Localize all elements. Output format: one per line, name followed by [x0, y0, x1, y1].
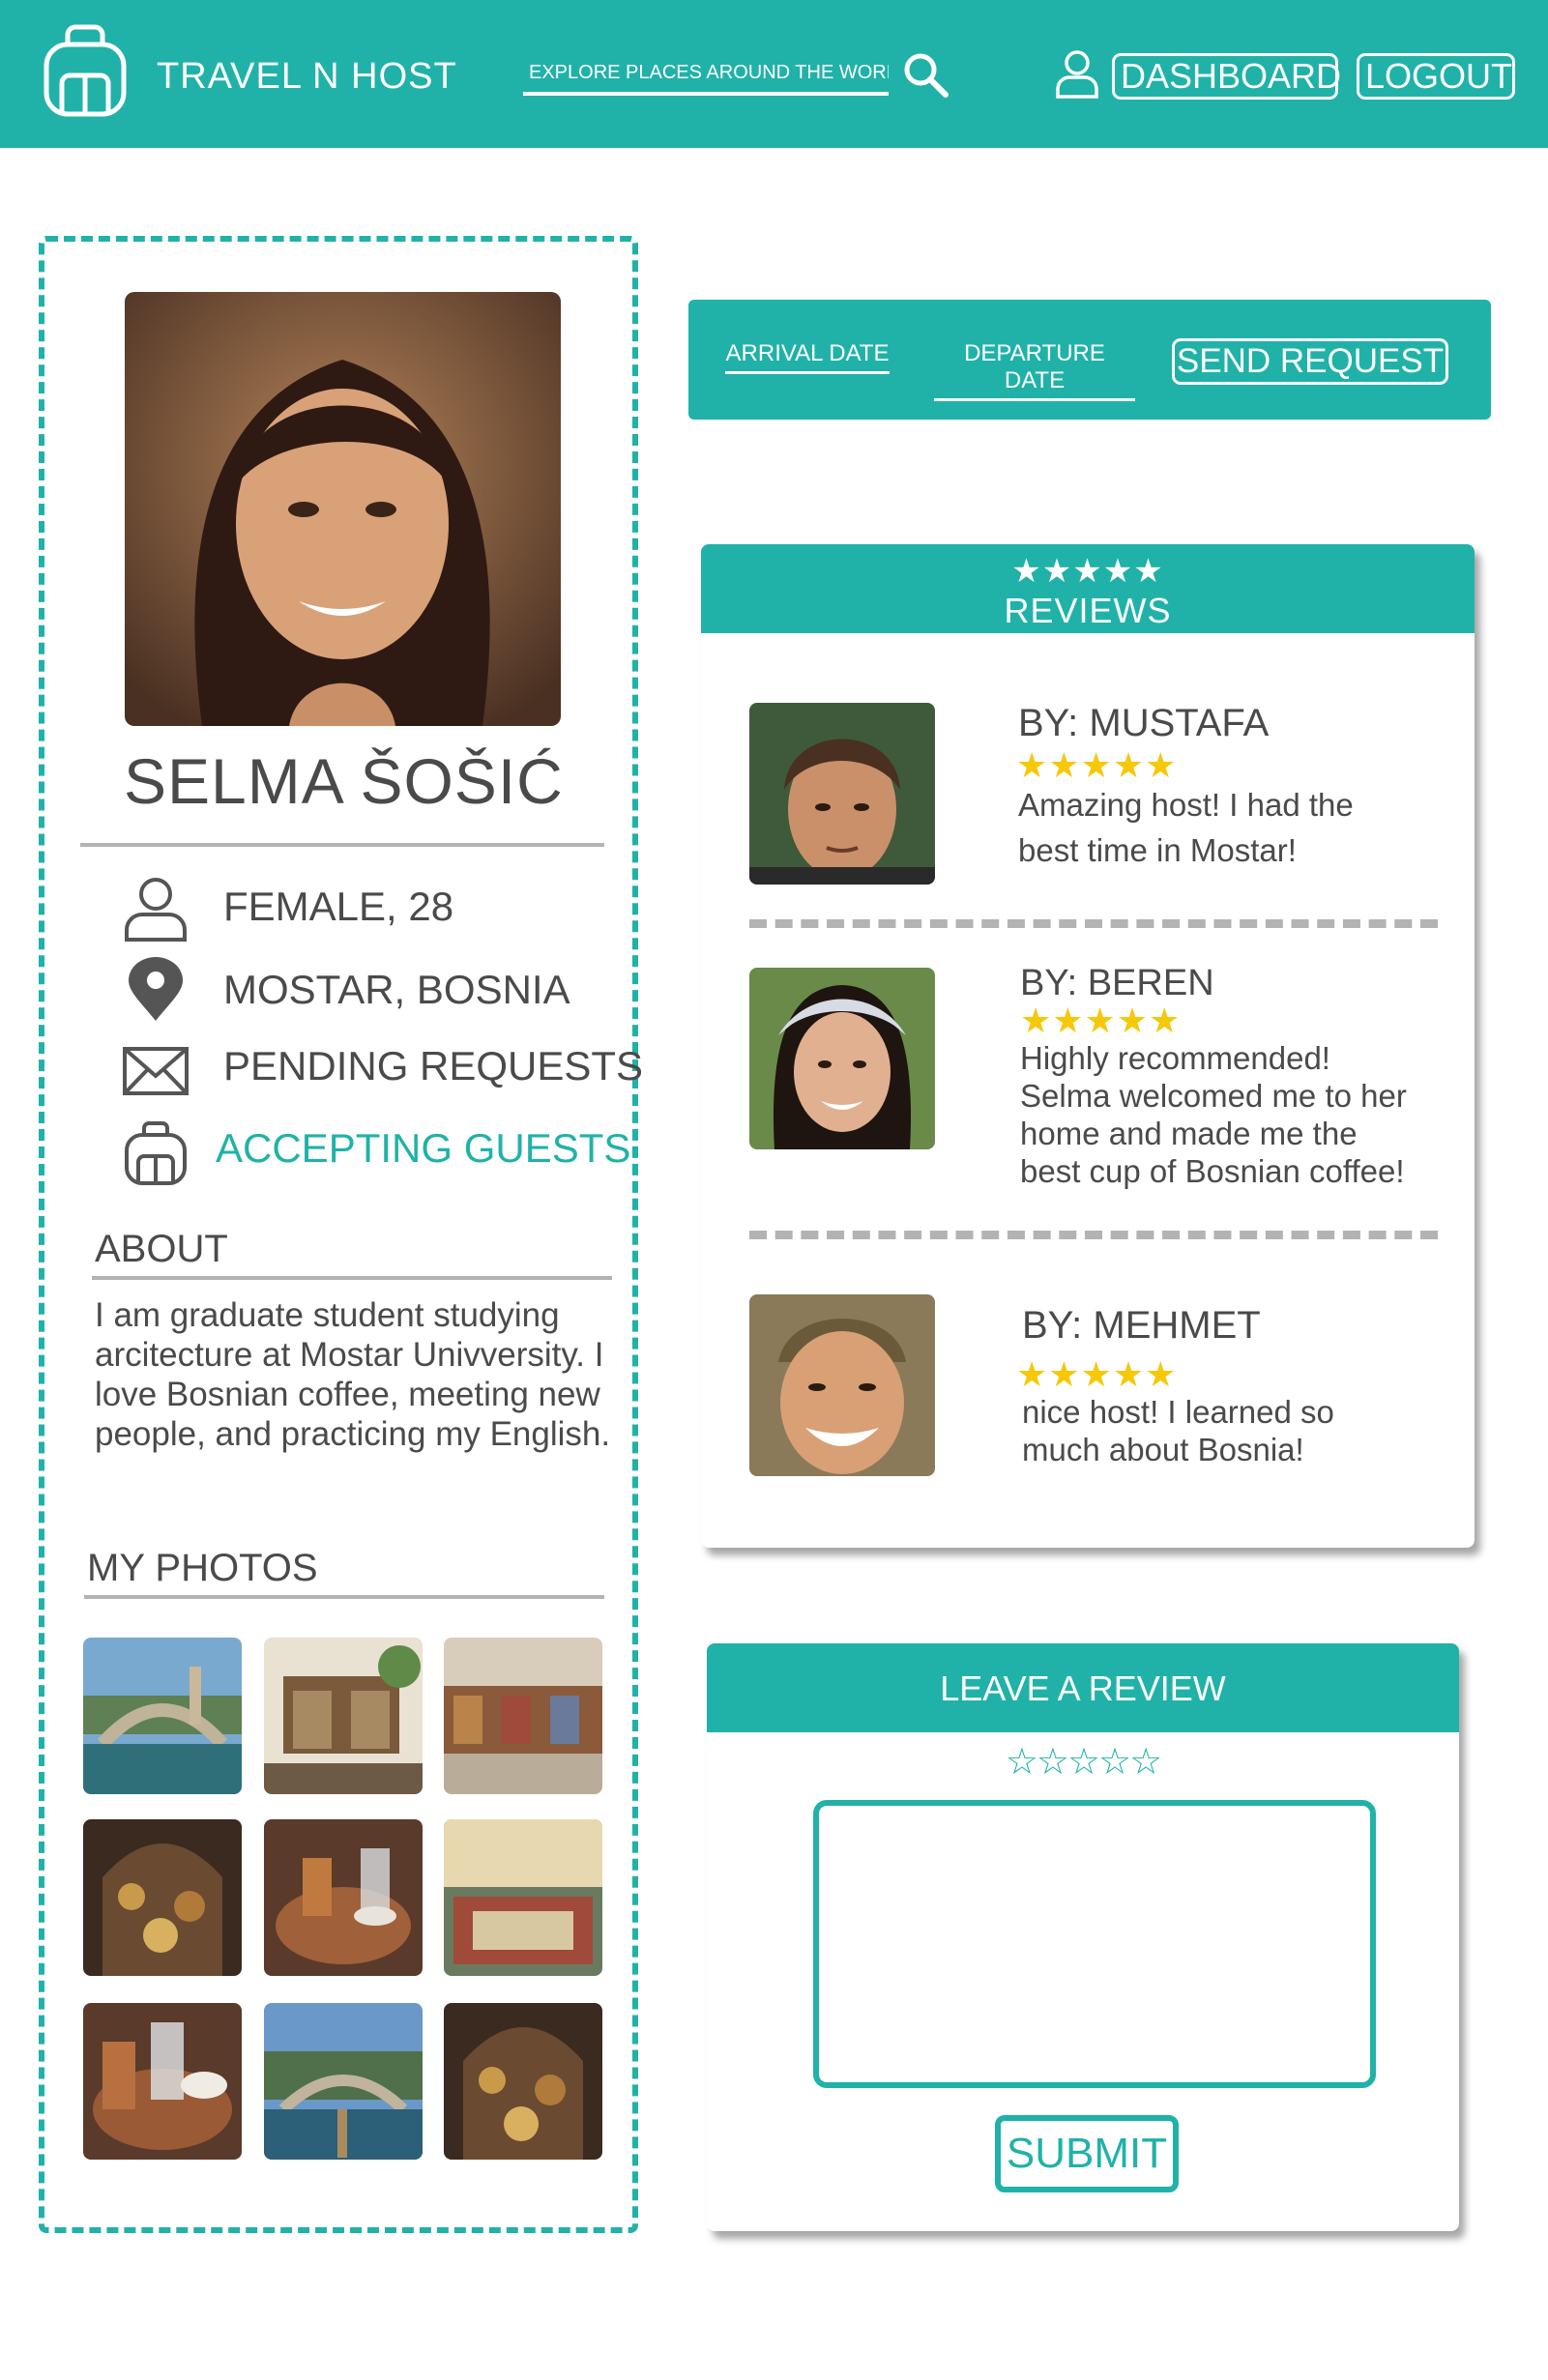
review-text: nice host! I learned so much about Bosni…	[1022, 1394, 1334, 1467]
gallery-photo[interactable]	[264, 2003, 423, 2160]
departure-date-field[interactable]: DEPARTURE DATE	[934, 340, 1135, 401]
arrival-date-field[interactable]: ARRIVAL DATE	[725, 340, 890, 374]
backpack-icon	[125, 1121, 187, 1185]
gallery-photo[interactable]	[264, 1638, 423, 1794]
gallery-photo[interactable]	[264, 1819, 423, 1976]
review-rating-stars: ★★★★★	[1016, 745, 1178, 785]
backpack-logo-icon[interactable]	[41, 21, 130, 118]
person-icon	[125, 878, 187, 942]
reviewer-avatar[interactable]	[749, 968, 935, 1149]
user-icon[interactable]	[1054, 48, 1100, 99]
rating-input-stars[interactable]: ☆☆☆☆☆	[707, 1740, 1459, 1784]
gallery-photo[interactable]	[444, 1638, 602, 1794]
search-bar	[523, 53, 889, 96]
reviewer-avatar[interactable]	[749, 1294, 935, 1476]
review-divider	[749, 1231, 1438, 1239]
dashboard-button[interactable]: DASHBOARD	[1112, 53, 1341, 100]
leave-review-card: LEAVE A REVIEW ☆☆☆☆☆ SUBMIT	[707, 1643, 1459, 2231]
top-nav-bar: TRAVEL N HOST DASHBOARD LOGOUT	[0, 0, 1548, 148]
envelope-icon	[123, 1047, 189, 1095]
location-pin-icon	[129, 957, 183, 1021]
about-text: I am graduate student studying arcitectu…	[95, 1296, 611, 1453]
pending-requests-text[interactable]: PENDING REQUESTS	[223, 1043, 643, 1089]
review-rating-stars: ★★★★★	[1016, 1354, 1178, 1394]
review-rating-stars: ★★★★★	[1020, 1001, 1182, 1040]
review-divider	[749, 919, 1438, 928]
gallery-photo[interactable]	[444, 2003, 602, 2160]
review-text: Highly recommended! Selma welcomed me to…	[1020, 1040, 1407, 1189]
reviews-card: ★★★★★ REVIEWS BY: MUSTAFA ★★★★★ Amazing …	[701, 544, 1475, 1548]
name-divider	[80, 843, 604, 847]
search-icon[interactable]	[901, 50, 951, 101]
photos-title: MY PHOTOS	[87, 1547, 318, 1589]
review-text-input[interactable]	[813, 1800, 1376, 2088]
reviewer-name: BY: BEREN	[1020, 963, 1214, 1003]
booking-request-bar: ARRIVAL DATE DEPARTURE DATE SEND REQUEST	[688, 300, 1491, 420]
reviews-title: REVIEWS	[1004, 591, 1172, 630]
leave-review-title: LEAVE A REVIEW	[940, 1669, 1226, 1708]
accepting-guests-status: ACCEPTING GUESTS	[216, 1125, 631, 1171]
reviewer-avatar[interactable]	[749, 703, 935, 885]
location-text: MOSTAR, BOSNIA	[223, 967, 570, 1012]
reviewer-name: BY: MUSTAFA	[1018, 702, 1270, 744]
reviews-header: ★★★★★ REVIEWS	[701, 544, 1475, 633]
send-request-button[interactable]: SEND REQUEST	[1172, 338, 1448, 385]
leave-review-header: LEAVE A REVIEW	[707, 1643, 1459, 1732]
about-divider	[92, 1276, 612, 1280]
photos-divider	[84, 1595, 604, 1599]
gallery-photo[interactable]	[83, 2003, 242, 2160]
host-avatar	[125, 292, 561, 726]
logout-button[interactable]: LOGOUT	[1357, 53, 1515, 100]
search-input[interactable]	[523, 53, 889, 92]
submit-review-button[interactable]: SUBMIT	[995, 2115, 1179, 2192]
brand-name: TRAVEL N HOST	[157, 56, 457, 97]
gender-age-text: FEMALE, 28	[223, 884, 454, 929]
reviewer-name: BY: MEHMET	[1022, 1304, 1261, 1347]
overall-rating-stars: ★★★★★	[1011, 553, 1164, 590]
gallery-photo[interactable]	[83, 1638, 242, 1794]
gallery-photo[interactable]	[83, 1819, 242, 1976]
gallery-photo[interactable]	[444, 1819, 602, 1976]
review-text: Amazing host! I had the best time in Mos…	[1018, 787, 1354, 868]
host-name: SELMA ŠOŠIĆ	[124, 745, 564, 817]
about-title: ABOUT	[95, 1228, 228, 1270]
